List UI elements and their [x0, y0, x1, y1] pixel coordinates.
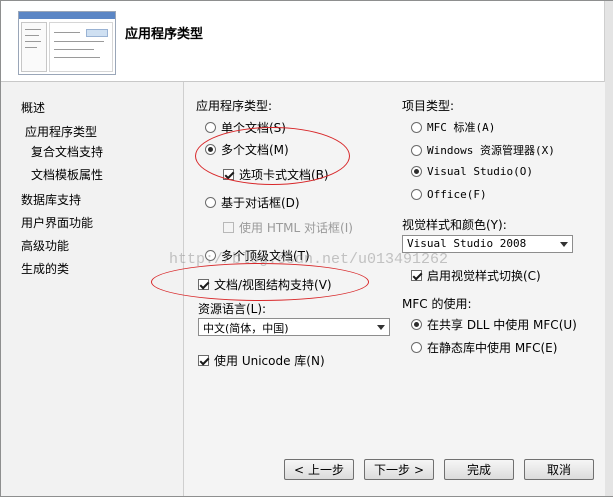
- visual-style-value: Visual Studio 2008: [407, 237, 527, 250]
- nav-item-ui-features[interactable]: 用户界面功能: [21, 214, 93, 231]
- multi-doc-radio[interactable]: 多个文档(M): [205, 141, 289, 158]
- tabbed-docs-checkbox[interactable]: 选项卡式文档(B): [223, 166, 329, 183]
- html-dialog-checkbox[interactable]: 使用 HTML 对话框(I): [223, 219, 353, 236]
- radio-icon: [411, 121, 422, 133]
- nav-item-doc-template[interactable]: 文档模板属性: [31, 166, 103, 183]
- resource-lang-select[interactable]: 中文(简体，中国): [198, 318, 390, 336]
- radio-icon: [205, 250, 216, 261]
- wizard-header: 应用程序类型: [1, 1, 604, 82]
- wizard-thumbnail-image: [18, 11, 116, 75]
- doc-view-label: 文档/视图结构支持(V): [214, 278, 332, 292]
- finish-button-label: 完成: [466, 463, 491, 477]
- style-switch-checkbox[interactable]: 启用视觉样式切换(C): [411, 267, 541, 284]
- doc-view-checkbox[interactable]: 文档/视图结构支持(V): [198, 276, 332, 293]
- windows-explorer-label: Windows 资源管理器(X): [427, 144, 555, 157]
- cancel-button-label: 取消: [546, 463, 571, 477]
- chevron-down-icon: [377, 325, 385, 330]
- wizard-nav: 概述 应用程序类型 复合文档支持 文档模板属性 数据库支持 用户界面功能 高级功…: [1, 82, 183, 496]
- shared-dll-radio[interactable]: 在共享 DLL 中使用 MFC(U): [411, 316, 577, 333]
- single-doc-label: 单个文档(S): [221, 121, 286, 135]
- radio-selected-icon: [205, 144, 216, 155]
- radio-icon: [411, 342, 422, 353]
- prev-button[interactable]: < 上一步: [284, 459, 354, 480]
- radio-icon: [205, 122, 216, 133]
- checkbox-checked-icon: [223, 169, 234, 180]
- shared-dll-label: 在共享 DLL 中使用 MFC(U): [427, 318, 577, 332]
- checkbox-checked-icon: [411, 270, 422, 281]
- multi-doc-label: 多个文档(M): [221, 143, 289, 157]
- multi-top-level-label: 多个顶级文档(T): [221, 249, 310, 263]
- radio-icon: [411, 189, 422, 200]
- nav-item-compound-doc[interactable]: 复合文档支持: [31, 143, 103, 160]
- prev-button-label: 上一步: [308, 463, 345, 477]
- radio-selected-icon: [411, 166, 422, 177]
- nav-item-database[interactable]: 数据库支持: [21, 191, 81, 208]
- office-radio[interactable]: Office(F): [411, 188, 487, 201]
- checkbox-checked-icon: [198, 355, 209, 366]
- chevron-right-icon: >: [413, 462, 425, 477]
- visual-studio-label: Visual Studio(O): [427, 165, 533, 178]
- unicode-label: 使用 Unicode 库(N): [214, 354, 325, 368]
- static-lib-label: 在静态库中使用 MFC(E): [427, 341, 558, 355]
- radio-selected-icon: [411, 319, 422, 330]
- wizard-main: 应用程序类型: 单个文档(S) 多个文档(M) 选项卡式文档(B) 基于对话框(…: [183, 82, 605, 496]
- wizard-window: 应用程序类型 概述 应用程序类型 复合文档支持 文档模板属性 数据库支持 用户界…: [0, 0, 613, 497]
- nav-item-app-type[interactable]: 应用程序类型: [25, 123, 97, 140]
- windows-explorer-radio[interactable]: Windows 资源管理器(X): [411, 142, 555, 158]
- page-title: 应用程序类型: [125, 27, 204, 42]
- style-switch-label: 启用视觉样式切换(C): [427, 269, 541, 283]
- cancel-button[interactable]: 取消: [524, 459, 594, 480]
- mfc-standard-radio[interactable]: MFC 标准(A): [411, 119, 495, 135]
- chevron-left-icon: <: [293, 462, 305, 477]
- visual-studio-radio[interactable]: Visual Studio(O): [411, 165, 533, 178]
- next-button-label: 下一步: [373, 463, 410, 477]
- nav-item-overview[interactable]: 概述: [21, 99, 45, 116]
- checkbox-disabled-icon: [223, 222, 234, 233]
- resource-lang-label: 资源语言(L):: [198, 302, 267, 316]
- single-doc-radio[interactable]: 单个文档(S): [205, 119, 286, 136]
- finish-button[interactable]: 完成: [444, 459, 514, 480]
- visual-style-label: 视觉样式和颜色(Y):: [402, 218, 507, 232]
- nav-item-advanced[interactable]: 高级功能: [21, 237, 69, 254]
- radio-icon: [205, 197, 216, 208]
- visual-style-select[interactable]: Visual Studio 2008: [402, 235, 573, 253]
- next-button[interactable]: 下一步 >: [364, 459, 434, 480]
- unicode-checkbox[interactable]: 使用 Unicode 库(N): [198, 352, 325, 369]
- resource-lang-value: 中文(简体，中国): [203, 322, 289, 335]
- checkbox-checked-icon: [198, 279, 209, 290]
- nav-item-generated-classes[interactable]: 生成的类: [21, 260, 69, 277]
- office-label: Office(F): [427, 188, 487, 201]
- app-type-label: 应用程序类型:: [196, 99, 273, 113]
- multi-top-level-radio[interactable]: 多个顶级文档(T): [205, 247, 310, 264]
- mfc-use-label: MFC 的使用:: [402, 297, 472, 311]
- dialog-based-label: 基于对话框(D): [221, 196, 300, 210]
- dialog-based-radio[interactable]: 基于对话框(D): [205, 194, 300, 211]
- static-lib-radio[interactable]: 在静态库中使用 MFC(E): [411, 339, 557, 356]
- chevron-down-icon: [560, 242, 568, 247]
- project-type-label: 项目类型:: [402, 99, 455, 113]
- html-dialog-label: 使用 HTML 对话框(I): [239, 221, 353, 235]
- mfc-standard-label: MFC 标准(A): [427, 121, 496, 134]
- right-edge-bar: [604, 1, 613, 496]
- radio-icon: [411, 144, 422, 156]
- tabbed-docs-label: 选项卡式文档(B): [239, 168, 329, 182]
